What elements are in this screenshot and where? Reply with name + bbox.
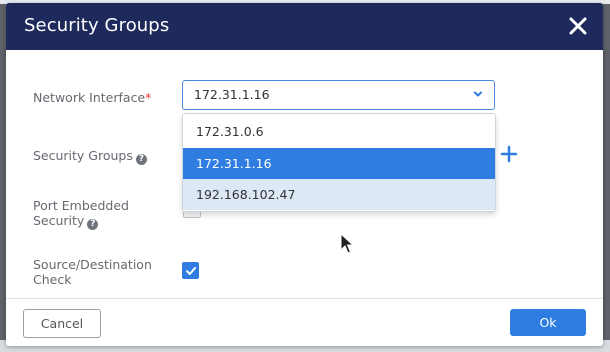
port-embedded-security-label: Port Embedded Security? bbox=[33, 198, 129, 230]
close-button[interactable] bbox=[563, 11, 593, 41]
network-interface-label: Network Interface* bbox=[33, 90, 152, 105]
dialog-header: Security Groups bbox=[6, 3, 603, 50]
help-icon[interactable]: ? bbox=[87, 219, 99, 230]
dropdown-option-selected[interactable]: 172.31.1.16 bbox=[183, 148, 495, 179]
security-groups-dialog: Security Groups Network Interface* 172.3… bbox=[6, 3, 603, 346]
network-interface-dropdown-list: 172.31.0.6 172.31.1.16 192.168.102.47 bbox=[182, 113, 496, 212]
help-icon[interactable]: ? bbox=[135, 154, 147, 165]
required-marker: * bbox=[145, 90, 152, 105]
dropdown-option[interactable]: 172.31.0.6 bbox=[183, 116, 495, 147]
dialog-footer: Cancel Ok bbox=[6, 298, 603, 346]
close-icon bbox=[569, 17, 587, 35]
plus-icon[interactable] bbox=[500, 145, 518, 163]
dialog-title: Security Groups bbox=[24, 15, 170, 36]
cancel-button[interactable]: Cancel bbox=[23, 309, 101, 338]
mouse-pointer-icon bbox=[340, 233, 354, 254]
port-embedded-security-checkbox[interactable] bbox=[183, 212, 201, 218]
network-interface-selected-value: 172.31.1.16 bbox=[194, 87, 270, 102]
ok-button[interactable]: Ok bbox=[510, 309, 586, 336]
chevron-down-icon bbox=[474, 91, 482, 97]
source-destination-check-checkbox[interactable] bbox=[182, 262, 199, 279]
network-interface-select[interactable]: 172.31.1.16 bbox=[182, 80, 495, 110]
dialog-body: Network Interface* 172.31.1.16 Security … bbox=[6, 50, 603, 298]
source-destination-check-label: Source/Destination Check bbox=[33, 257, 152, 287]
dropdown-option-hovered[interactable]: 192.168.102.47 bbox=[183, 179, 495, 210]
checkmark-icon bbox=[185, 266, 196, 275]
security-groups-label: Security Groups? bbox=[33, 148, 147, 165]
